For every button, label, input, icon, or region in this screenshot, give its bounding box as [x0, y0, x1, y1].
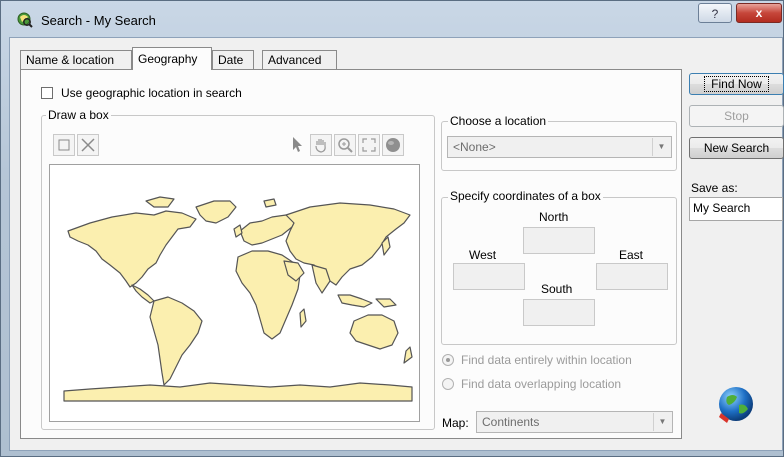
map-select-value: Continents	[482, 415, 540, 429]
south-america-shape	[149, 296, 203, 386]
arctic-islands-shape	[145, 196, 175, 208]
search-app-icon	[17, 12, 33, 28]
pointer-icon[interactable]	[286, 134, 308, 156]
save-as-label: Save as:	[691, 181, 738, 195]
south-label: South	[541, 282, 573, 296]
west-field[interactable]	[453, 263, 525, 290]
map-label: Map:	[442, 416, 469, 430]
overlapping-label: Find data overlapping location	[461, 377, 622, 391]
search-dialog-window: Search - My Search ? x Name & location G…	[0, 0, 784, 457]
north-america-shape	[67, 210, 197, 288]
find-now-label: Find Now	[704, 76, 769, 92]
save-as-field[interactable]: My Search	[689, 197, 783, 221]
location-select[interactable]: <None> ▼	[447, 136, 672, 158]
chevron-down-icon: ▼	[652, 138, 670, 156]
entirely-within-radio[interactable]	[442, 354, 454, 366]
world-map-view[interactable]	[49, 164, 420, 422]
coordinates-title: Specify coordinates of a box	[448, 189, 603, 203]
globe-view-icon[interactable]	[382, 134, 404, 156]
tab-geography[interactable]: Geography	[132, 47, 212, 70]
uk-shape	[233, 224, 243, 238]
entirely-within-label: Find data entirely within location	[461, 353, 632, 367]
central-america-shape	[131, 284, 155, 304]
west-label: West	[469, 248, 497, 262]
svalbard-shape	[263, 198, 277, 208]
tab-advanced[interactable]: Advanced	[262, 50, 337, 69]
east-label: East	[619, 248, 644, 262]
window-title: Search - My Search	[41, 13, 156, 28]
globe-search-icon	[719, 387, 753, 423]
new-search-button[interactable]: New Search	[689, 137, 784, 159]
full-extent-icon[interactable]	[358, 134, 380, 156]
antarctica-shape	[63, 382, 413, 402]
location-select-value: <None>	[453, 140, 496, 154]
zoom-in-icon[interactable]	[334, 134, 356, 156]
map-select[interactable]: Continents ▼	[476, 411, 673, 433]
tab-name-location[interactable]: Name & location	[20, 50, 132, 69]
help-button[interactable]: ?	[698, 3, 732, 23]
indonesia-shape	[337, 294, 373, 308]
world-map-continents	[63, 196, 413, 402]
clear-icon[interactable]	[77, 134, 99, 156]
use-location-checkbox[interactable]	[41, 87, 53, 99]
asia-shape	[285, 202, 411, 286]
stop-button[interactable]: Stop	[689, 105, 784, 127]
new-zealand-shape	[403, 346, 413, 364]
use-location-label: Use geographic location in search	[61, 86, 242, 100]
new-guinea-shape	[375, 298, 397, 308]
title-bar[interactable]: Search - My Search ? x	[1, 1, 783, 37]
geography-tab-panel: Use geographic location in search Draw a…	[20, 69, 682, 439]
find-now-button[interactable]: Find Now	[689, 73, 784, 95]
pan-hand-icon[interactable]	[310, 134, 332, 156]
north-field[interactable]	[523, 227, 595, 254]
north-label: North	[539, 210, 569, 224]
close-button[interactable]: x	[736, 3, 782, 23]
chevron-down-icon: ▼	[653, 413, 671, 431]
choose-location-title: Choose a location	[448, 114, 549, 128]
greenland-shape	[195, 200, 237, 224]
box-select-icon[interactable]	[53, 134, 75, 156]
madagascar-shape	[299, 308, 307, 328]
east-field[interactable]	[596, 263, 668, 290]
south-field[interactable]	[523, 299, 595, 326]
draw-box-title: Draw a box	[46, 108, 111, 122]
tab-date[interactable]: Date	[212, 50, 254, 69]
australia-shape	[349, 314, 399, 350]
overlapping-radio[interactable]	[442, 378, 454, 390]
